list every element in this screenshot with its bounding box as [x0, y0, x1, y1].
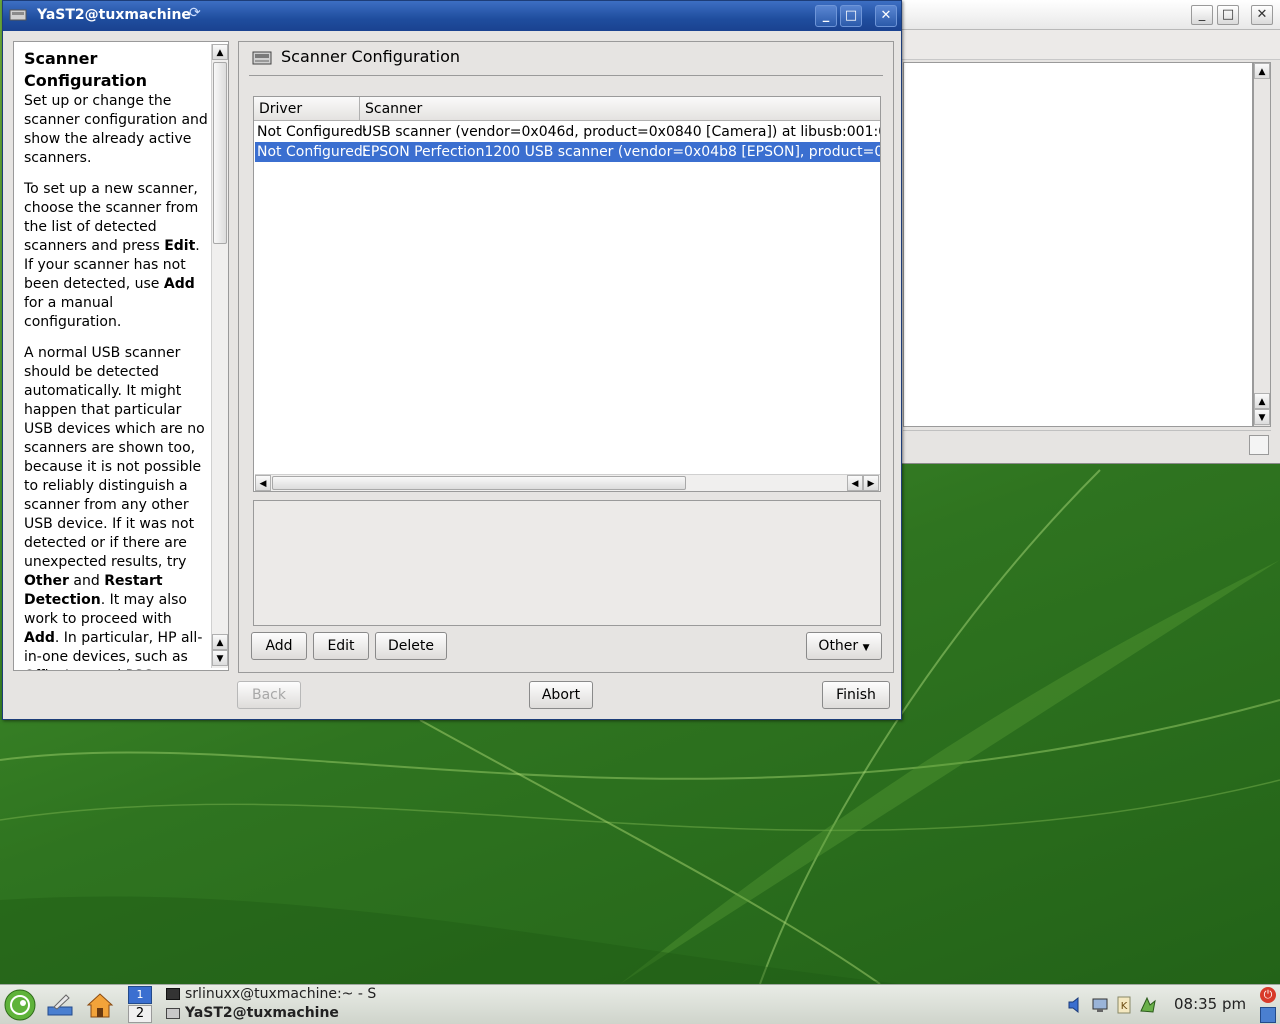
background-window[interactable]: _ □ ✕ ▲ ▲ ▼: [896, 0, 1280, 464]
delete-button[interactable]: Delete: [375, 632, 447, 660]
scanner-icon: [252, 51, 272, 65]
scanner-table[interactable]: Driver Scanner Not Configured: USB scann…: [253, 96, 881, 492]
delete-button-label: Delete: [388, 638, 434, 654]
bg-minimize-button[interactable]: _: [1191, 5, 1213, 25]
table-scroll-thumb[interactable]: [272, 476, 686, 490]
table-scroll-left-icon-2[interactable]: ◀: [847, 475, 863, 491]
background-vertical-scrollbar[interactable]: ▲ ▲ ▼: [1253, 62, 1271, 427]
other-menu-button[interactable]: Other ▼: [806, 632, 882, 660]
help-p2-text-c: for a manual configuration.: [24, 295, 122, 330]
network-icon[interactable]: [1090, 995, 1110, 1015]
chevron-down-icon: ▼: [862, 643, 870, 653]
finish-button[interactable]: Finish: [822, 681, 890, 709]
help-paragraph-2: To set up a new scanner, choose the scan…: [24, 180, 210, 332]
row-2-scanner: EPSON Perfection1200 USB scanner (vendor…: [362, 144, 881, 160]
help-p1-text: Set up or change the scanner configurati…: [24, 93, 208, 166]
task-yast[interactable]: YaST2@tuxmachine: [164, 1005, 364, 1023]
other-button-label: Other: [818, 638, 859, 654]
task-yast-label: YaST2@tuxmachine: [185, 1005, 339, 1021]
background-status-bar: [903, 430, 1271, 458]
help-scroll-up-icon-2[interactable]: ▲: [212, 634, 228, 650]
help-p3-and: and: [68, 573, 105, 589]
suse-swirl-icon: ⟳: [189, 5, 201, 21]
home-folder-icon[interactable]: [84, 989, 116, 1021]
table-scroll-left-icon[interactable]: ◀: [255, 475, 271, 491]
row-1-driver: Not Configured:: [257, 124, 368, 140]
window-title: YaST2@tuxmachine: [37, 7, 191, 23]
abort-button[interactable]: Abort: [529, 681, 593, 709]
page-heading: Scanner Configuration: [281, 47, 461, 66]
shutdown-icon[interactable]: ⏻: [1260, 987, 1276, 1003]
minimize-button[interactable]: _: [815, 5, 837, 27]
bg-maximize-button[interactable]: □: [1217, 5, 1239, 25]
column-header-driver[interactable]: Driver: [254, 97, 360, 121]
close-button[interactable]: ✕: [875, 5, 897, 27]
yast-window: YaST2@tuxmachine ⟳ _ □ ✕ Scanner Configu…: [2, 0, 902, 720]
start-menu-icon[interactable]: [4, 989, 36, 1021]
edit-button[interactable]: Edit: [313, 632, 369, 660]
resize-grip-icon[interactable]: [1249, 435, 1269, 455]
help-p3-text-a: A normal USB scanner should be detected …: [24, 345, 205, 570]
column-header-scanner[interactable]: Scanner: [360, 97, 880, 121]
bg-scroll-up-icon-2[interactable]: ▲: [1254, 393, 1270, 409]
taskbar: 1 2 srlinuxx@tuxmachine:~ - S YaST2@tuxm…: [0, 984, 1280, 1024]
window-titlebar[interactable]: YaST2@tuxmachine ⟳ _ □ ✕: [3, 1, 901, 31]
lock-screen-icon[interactable]: [1260, 1007, 1276, 1023]
background-text-area[interactable]: [903, 62, 1253, 427]
background-window-titlebar[interactable]: _ □ ✕: [897, 0, 1280, 30]
help-edit-term: Edit: [164, 238, 196, 254]
row-1-scanner: USB scanner (vendor=0x046d, product=0x08…: [362, 124, 881, 140]
heading-divider: [249, 75, 883, 76]
help-add-term-2: Add: [24, 630, 55, 646]
pager-desktop-2[interactable]: 2: [128, 1005, 152, 1023]
task-terminal-label: srlinuxx@tuxmachine:~ - S: [185, 986, 377, 1002]
background-window-toolbar: [897, 30, 1280, 60]
task-terminal[interactable]: srlinuxx@tuxmachine:~ - S: [164, 986, 376, 1004]
help-scroll-thumb[interactable]: [213, 62, 227, 244]
help-scrollbar[interactable]: ▲ ▲ ▼: [211, 44, 228, 668]
help-panel: Scanner Configuration Set up or change t…: [13, 41, 229, 671]
content-panel: Scanner Configuration Driver Scanner Not…: [238, 41, 894, 673]
scanner-app-icon: [9, 9, 27, 21]
bg-close-button[interactable]: ✕: [1251, 5, 1273, 25]
scanner-task-icon: [166, 1008, 180, 1019]
back-button[interactable]: Back: [237, 681, 301, 709]
table-row-selected[interactable]: Not Configured: EPSON Perfection1200 USB…: [255, 142, 881, 162]
volume-icon[interactable]: [1066, 995, 1086, 1015]
table-row[interactable]: Not Configured: USB scanner (vendor=0x04…: [255, 122, 881, 142]
bg-scroll-up-icon[interactable]: ▲: [1254, 63, 1270, 79]
help-scroll-down-icon[interactable]: ▼: [212, 650, 228, 666]
add-button[interactable]: Add: [251, 632, 307, 660]
desktop-launcher-icon[interactable]: [44, 989, 76, 1021]
table-horizontal-scrollbar[interactable]: ◀ ◀ ▶: [255, 474, 880, 491]
bg-scroll-down-icon[interactable]: ▼: [1254, 409, 1270, 425]
help-scroll-up-icon[interactable]: ▲: [212, 44, 228, 60]
terminal-icon: [166, 988, 180, 1000]
help-other-term: Other: [24, 573, 69, 589]
help-title: Scanner Configuration: [24, 49, 148, 90]
maximize-button[interactable]: □: [840, 5, 862, 27]
clock[interactable]: 08:35 pm: [1174, 995, 1246, 1013]
table-header: Driver Scanner: [254, 97, 880, 121]
help-paragraph-3: A normal USB scanner should be detected …: [24, 344, 210, 670]
klipper-icon[interactable]: K: [1114, 995, 1134, 1015]
details-area: [253, 500, 881, 626]
update-applet-icon[interactable]: [1138, 995, 1158, 1015]
help-text: Scanner Configuration Set up or change t…: [24, 48, 210, 670]
help-paragraph-1: Set up or change the scanner configurati…: [24, 92, 210, 168]
row-2-driver: Not Configured:: [257, 144, 368, 160]
pager-desktop-1[interactable]: 1: [128, 986, 152, 1004]
help-add-term: Add: [163, 276, 195, 292]
svg-text:K: K: [1121, 1001, 1128, 1012]
table-scroll-right-icon[interactable]: ▶: [863, 475, 879, 491]
